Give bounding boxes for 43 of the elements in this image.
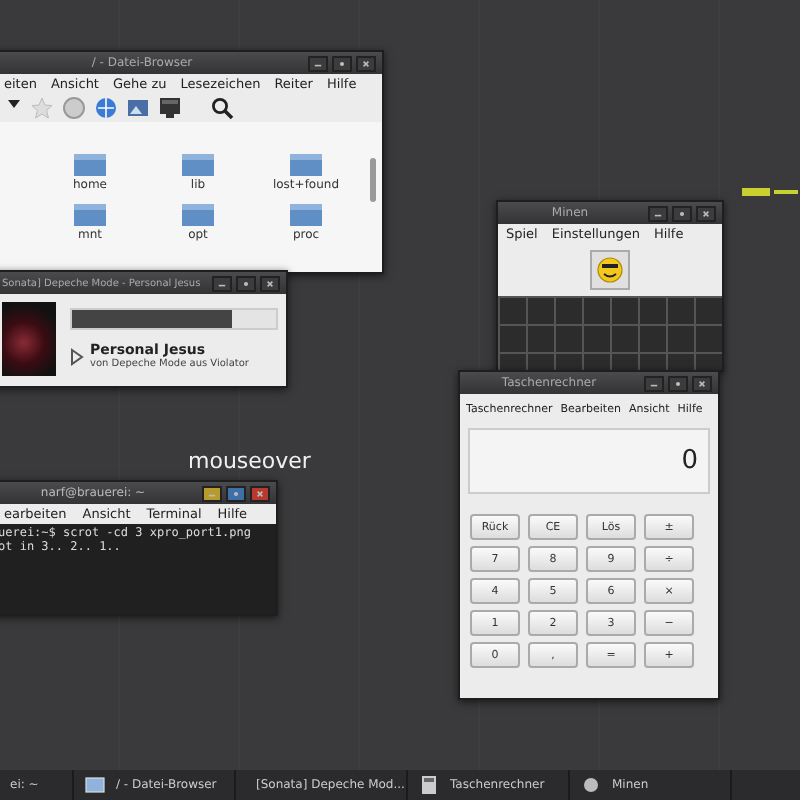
overlay-label: mouseover — [188, 448, 311, 474]
album-art-placeholder — [2, 302, 56, 376]
folder-icon — [74, 154, 106, 176]
display-value: 0 — [681, 446, 698, 476]
globe-icon[interactable] — [94, 96, 118, 120]
mine-icon — [580, 774, 602, 796]
mine-field[interactable] — [498, 296, 722, 370]
close-button[interactable] — [696, 205, 716, 221]
maximize-button[interactable] — [236, 275, 256, 291]
maximize-button[interactable] — [332, 55, 352, 71]
play-icon[interactable] — [70, 347, 84, 365]
smiley-button[interactable] — [590, 250, 630, 290]
folder-icon — [290, 154, 322, 176]
close-button[interactable] — [356, 55, 376, 71]
minimize-button[interactable] — [212, 275, 232, 291]
maximize-button[interactable] — [672, 205, 692, 221]
close-icon — [694, 375, 710, 391]
panel-applet-icon — [742, 188, 798, 198]
folder-icon — [74, 204, 106, 226]
folder-icon — [290, 204, 322, 226]
picture-icon[interactable] — [126, 96, 150, 120]
maximize-button[interactable] — [226, 485, 246, 501]
progress-bar[interactable] — [70, 308, 278, 330]
close-button[interactable] — [692, 375, 712, 391]
star-icon[interactable] — [30, 96, 54, 120]
close-icon — [262, 275, 278, 291]
close-button[interactable] — [260, 275, 280, 291]
maximize-button[interactable] — [668, 375, 688, 391]
folder-icon — [182, 154, 214, 176]
minimize-button[interactable] — [648, 205, 668, 221]
minimize-button[interactable] — [202, 485, 222, 501]
close-button[interactable] — [250, 485, 270, 501]
folder-icon — [182, 204, 214, 226]
minimize-button[interactable] — [308, 55, 328, 71]
minimize-button[interactable] — [644, 375, 664, 391]
search-icon[interactable] — [210, 96, 234, 120]
close-icon — [252, 485, 268, 501]
calculator-icon — [418, 774, 440, 796]
scrollbar[interactable] — [370, 158, 376, 202]
close-icon — [698, 205, 714, 221]
close-icon — [358, 55, 374, 71]
monitor-icon[interactable] — [158, 96, 182, 120]
folder-icon — [84, 774, 106, 796]
